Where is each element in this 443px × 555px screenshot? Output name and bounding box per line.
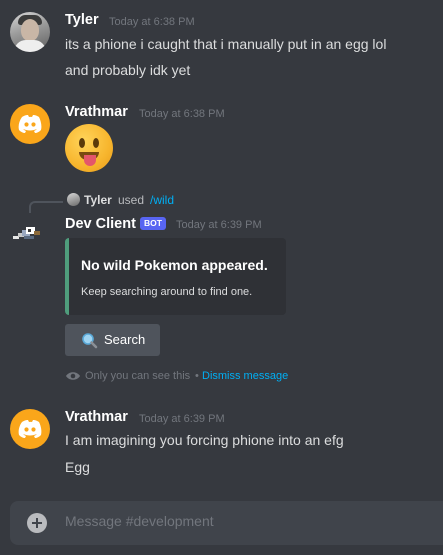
message-text-line: Egg xyxy=(65,459,90,475)
add-attachment-icon[interactable] xyxy=(27,513,47,533)
embed-description: Keep searching around to find one. xyxy=(81,286,253,298)
user-avatar[interactable] xyxy=(10,12,50,52)
reply-command-link[interactable]: /wild xyxy=(150,193,174,207)
message-author[interactable]: Dev Client xyxy=(65,216,136,232)
reply-used-text: used xyxy=(118,193,145,207)
message-author[interactable]: Vrathmar xyxy=(65,104,128,120)
message-author[interactable]: Tyler xyxy=(65,12,99,28)
search-button[interactable]: Search xyxy=(65,324,160,356)
embed-title: No wild Pokemon appeared. xyxy=(81,257,268,273)
search-button-label: Search xyxy=(104,332,146,347)
message-text-line: and probably idk yet xyxy=(65,62,191,78)
message-tyler-1: Tyler Today at 6:38 PM its a phione i ca… xyxy=(0,0,443,90)
ephemeral-separator: • xyxy=(195,370,199,382)
discord-avatar[interactable] xyxy=(10,409,50,449)
reply-connector xyxy=(29,201,63,213)
embed-card: No wild Pokemon appeared. Keep searching… xyxy=(65,238,286,315)
message-composer xyxy=(10,501,443,545)
eye-icon xyxy=(66,372,80,380)
bot-badge: BOT xyxy=(140,217,166,230)
message-timestamp: Today at 6:38 PM xyxy=(109,16,195,28)
pokemon-sprite-icon xyxy=(13,227,40,239)
message-vrathmar-2: Vrathmar Today at 6:39 PM I am imagining… xyxy=(0,395,443,490)
message-vrathmar-1: Vrathmar Today at 6:38 PM xyxy=(0,90,443,180)
message-timestamp: Today at 6:38 PM xyxy=(139,108,225,120)
magnifier-icon xyxy=(82,333,98,349)
dismiss-message-link[interactable]: Dismiss message xyxy=(202,370,288,382)
tongue-out-face-emoji-icon xyxy=(65,124,113,172)
bot-avatar[interactable] xyxy=(10,222,44,246)
message-input[interactable] xyxy=(65,513,425,529)
message-text-line: I am imagining you forcing phione into a… xyxy=(65,432,344,448)
ephemeral-text: Only you can see this xyxy=(85,370,191,382)
discord-avatar[interactable] xyxy=(10,104,50,144)
discord-logo-icon xyxy=(18,420,42,438)
reply-user-name[interactable]: Tyler xyxy=(84,193,112,207)
message-timestamp: Today at 6:39 PM xyxy=(176,219,262,231)
message-author[interactable]: Vrathmar xyxy=(65,409,128,425)
reply-user-avatar[interactable] xyxy=(67,193,80,206)
message-timestamp: Today at 6:39 PM xyxy=(139,413,225,425)
message-text-line: its a phione i caught that i manually pu… xyxy=(65,36,387,52)
discord-logo-icon xyxy=(18,115,42,133)
